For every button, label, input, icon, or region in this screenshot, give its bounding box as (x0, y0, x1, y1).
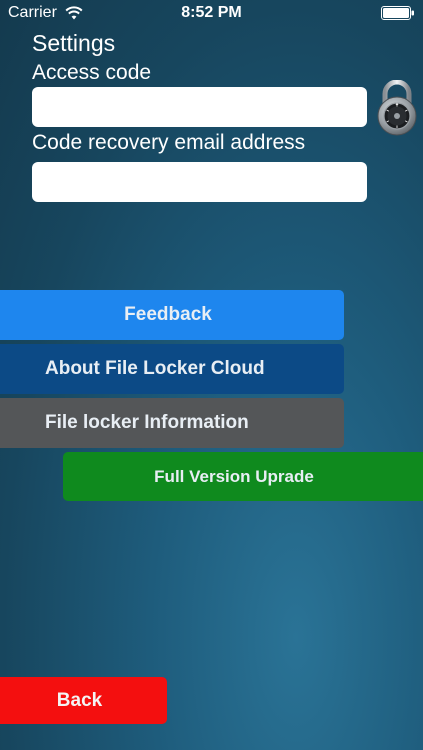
back-button[interactable]: Back (0, 677, 167, 724)
battery-icon (381, 6, 414, 20)
full-version-upgrade-button[interactable]: Full Version Uprade (63, 452, 423, 501)
padlock-icon[interactable] (374, 80, 420, 136)
status-time: 8:52 PM (181, 4, 242, 21)
access-code-input[interactable] (32, 87, 367, 127)
feedback-button[interactable]: Feedback (0, 290, 344, 340)
recovery-email-label: Code recovery email address (32, 131, 306, 154)
recovery-email-input[interactable] (32, 162, 367, 202)
status-bar: Carrier 8:52 PM (0, 0, 423, 28)
settings-title: Settings (32, 30, 116, 56)
file-locker-info-button[interactable]: File locker Information (0, 398, 344, 448)
access-code-label: Access code (32, 61, 152, 84)
about-button[interactable]: About File Locker Cloud (0, 344, 344, 394)
